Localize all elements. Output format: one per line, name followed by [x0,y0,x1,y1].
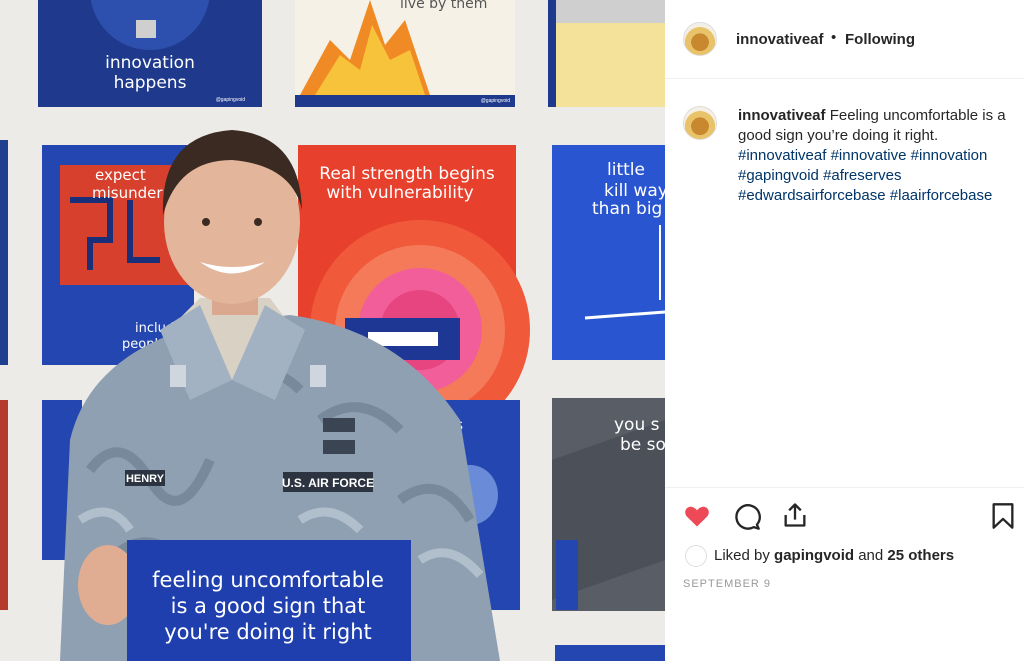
header-username[interactable]: innovativeaf [736,31,824,48]
liker-avatar[interactable] [685,545,707,567]
hashtag-link[interactable]: #laairforcebase [890,187,993,204]
post-date[interactable]: SEPTEMBER 9 [683,578,771,590]
post-panel: innovativeaf • Following innovativeaf Fe… [665,0,1024,661]
art-you-should: you s be so [552,398,665,611]
svg-text:is a good sign that: is a good sign that [171,594,366,618]
liked-by-and: and [858,547,884,564]
svg-text:@gapingvoid: @gapingvoid [481,98,510,104]
held-sign: feeling uncomfortable is a good sign tha… [127,540,411,661]
svg-text:with vulnerability: with vulnerability [326,183,473,203]
bookmark-icon[interactable] [989,502,1017,530]
share-icon[interactable] [781,501,809,529]
svg-text:@gapingvoid: @gapingvoid [216,97,245,103]
svg-text:kill way: kill way [604,181,665,201]
post-header: innovativeaf • Following [665,0,1024,79]
hashtag-link[interactable]: #edwardsairforcebase [738,187,886,204]
svg-text:feeling uncomfortable: feeling uncomfortable [152,568,384,592]
svg-text:U.S. AIR FORCE: U.S. AIR FORCE [282,476,374,490]
profile-avatar[interactable] [683,22,717,56]
hashtag-link[interactable]: #gapingvoid [738,167,819,184]
svg-text:you s: you s [614,415,660,435]
art-innovation-happens: innovation happens @gapingvoid [38,0,262,107]
likes-summary: Liked by gapingvoid and 25 others [714,547,954,564]
svg-text:misunder: misunder [92,184,163,202]
svg-text:HENRY: HENRY [126,473,165,485]
following-button[interactable]: Following [845,31,915,48]
svg-text:happens: happens [114,73,187,93]
svg-text:be so: be so [620,435,665,455]
art-top-right [548,0,665,107]
post-actions: Liked by gapingvoid and 25 others SEPTEM… [665,487,1024,662]
comment-icon[interactable] [733,503,761,531]
art-little-kill: little kill way than big [552,145,665,360]
hashtag-link[interactable]: #innovation [911,147,988,164]
separator-dot: • [831,29,837,46]
svg-text:innovation: innovation [105,53,195,73]
svg-text:you're doing it right: you're doing it right [164,620,372,644]
caption-avatar[interactable] [683,106,717,140]
liked-by-label: Liked by [714,547,770,564]
svg-text:live by them: live by them [400,0,487,12]
art-live-by-them: live by them @gapingvoid [295,0,515,107]
caption-username[interactable]: innovativeaf [738,107,826,124]
hashtag-link[interactable]: #innovative [831,147,907,164]
hashtag-link[interactable]: #afreserves [823,167,901,184]
svg-text:than big: than big [592,199,662,219]
hashtag-link[interactable]: #innovativeaf [738,147,826,164]
svg-text:little: little [607,160,645,180]
liked-by-username[interactable]: gapingvoid [774,547,854,564]
post-caption: innovativeaf Feeling uncomfortable is a … [738,106,1020,206]
likes-count[interactable]: 25 others [887,547,954,564]
post-photo[interactable]: innovation happens @gapingvoid live by t… [0,0,665,661]
heart-icon[interactable] [683,502,711,530]
svg-text:Real strength begins: Real strength begins [319,164,495,184]
svg-text:expect: expect [95,166,146,184]
